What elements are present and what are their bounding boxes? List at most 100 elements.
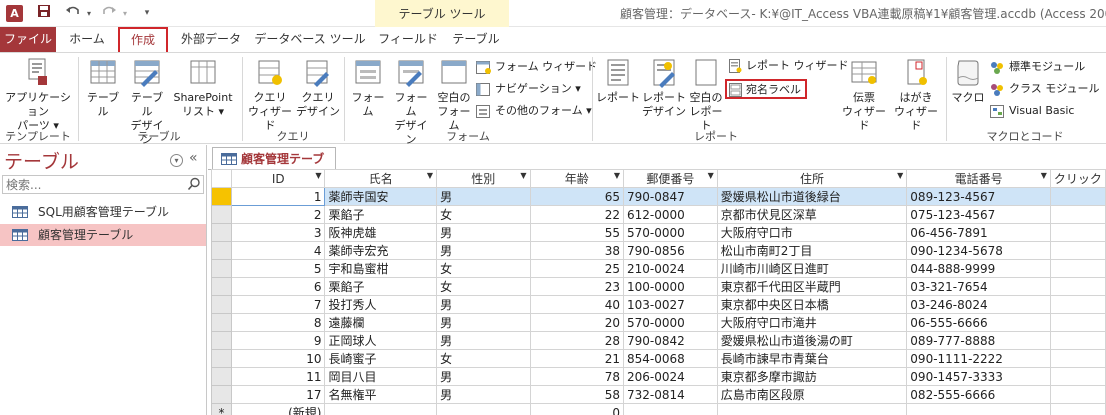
cell-zip[interactable]: 790-0856 — [622, 241, 718, 260]
cell-zip[interactable]: 612-0000 — [622, 205, 718, 224]
nav-pane-title[interactable]: テーブル — [4, 147, 79, 174]
row-selector[interactable] — [211, 187, 232, 206]
query-wizard-button[interactable]: クエリ ウィザード — [246, 56, 294, 132]
column-header-add-new[interactable]: クリック — [1049, 169, 1106, 188]
cell-name[interactable]: 阪神虎雄 — [324, 223, 438, 242]
form-button[interactable]: フォーム — [348, 56, 388, 126]
more-forms-button[interactable]: その他のフォーム ▾ — [476, 101, 592, 121]
cell-phone[interactable]: 089-123-4567 — [906, 187, 1051, 206]
application-parts-button[interactable]: アプリケーション パーツ ▾ — [2, 56, 74, 132]
cell-add-field[interactable] — [1049, 205, 1106, 224]
postcard-wizard-button[interactable]: はがき ウィザード — [890, 56, 942, 132]
query-design-button[interactable]: クエリ デザイン — [296, 56, 340, 126]
cell-gender[interactable]: 女 — [436, 205, 531, 224]
cell-add-field[interactable] — [1049, 331, 1106, 350]
cell-address[interactable]: 大阪府守口市滝井 — [716, 313, 908, 332]
cell-zip[interactable]: 790-0842 — [622, 331, 718, 350]
sharepoint-lists-button[interactable]: SharePoint リスト ▾ — [170, 56, 236, 126]
cell-zip[interactable]: 206-0024 — [622, 367, 718, 386]
column-dropdown-icon[interactable]: ▼ — [315, 171, 321, 180]
cell-add-field[interactable] — [1049, 277, 1106, 296]
column-header-age[interactable]: 年齢 ▼ — [529, 169, 624, 188]
tab-file[interactable]: ファイル — [0, 27, 56, 52]
undo-icon[interactable] — [62, 4, 84, 23]
class-module-button[interactable]: クラス モジュール — [990, 79, 1100, 99]
tab-fields[interactable]: フィールド — [378, 27, 438, 52]
table-row[interactable]: 7 投打秀人男 40 103-0027 東京都中央区日本橋 03-246-8024 — [211, 295, 1106, 314]
cell-age[interactable]: 21 — [529, 349, 624, 368]
cell-zip[interactable]: 100-0000 — [622, 277, 718, 296]
cell-address[interactable]: 広島市南区段原 — [716, 385, 908, 404]
column-header-id[interactable]: ID ▼ — [230, 169, 326, 188]
cell-add-field[interactable] — [1049, 349, 1106, 368]
cell-name[interactable]: 栗餡子 — [324, 277, 438, 296]
report-button[interactable]: レポート — [596, 56, 640, 126]
table-design-button[interactable]: テーブル デザイン — [126, 56, 168, 146]
cell-address[interactable]: 東京都千代田区半蔵門 — [716, 277, 908, 296]
macro-button[interactable]: マクロ — [950, 56, 986, 126]
cell-name[interactable]: 正岡球人 — [324, 331, 438, 350]
cell-zip[interactable]: 790-0847 — [622, 187, 718, 206]
column-header-phone[interactable]: 電話番号 ▼ — [906, 169, 1051, 188]
cell-age[interactable]: 25 — [529, 259, 624, 278]
column-dropdown-icon[interactable]: ▼ — [614, 171, 620, 180]
cell-id[interactable]: 2 — [230, 205, 326, 224]
row-selector[interactable] — [211, 223, 232, 242]
access-app-icon[interactable]: A — [6, 5, 23, 22]
mailing-label-button[interactable]: 宛名ラベル — [725, 79, 807, 99]
column-dropdown-icon[interactable]: ▼ — [1041, 171, 1047, 180]
cell-gender[interactable]: 男 — [436, 331, 531, 350]
column-dropdown-icon[interactable]: ▼ — [427, 171, 433, 180]
column-header-zip[interactable]: 郵便番号 ▼ — [622, 169, 718, 188]
cell-name[interactable]: 遠藤欄 — [324, 313, 438, 332]
row-selector[interactable] — [211, 241, 232, 260]
cell-zip[interactable]: 210-0024 — [622, 259, 718, 278]
nav-collapse-icon[interactable]: « — [189, 150, 198, 166]
column-dropdown-icon[interactable]: ▼ — [708, 171, 714, 180]
cell-id[interactable]: 7 — [230, 295, 326, 314]
cell-gender[interactable]: 女 — [436, 259, 531, 278]
cell-zip[interactable]: 570-0000 — [622, 313, 718, 332]
table-row[interactable]: 3 阪神虎雄男 55 570-0000 大阪府守口市 06-456-7891 — [211, 223, 1106, 242]
cell-phone[interactable]: 090-1457-3333 — [906, 367, 1051, 386]
cell-phone[interactable]: 089-777-8888 — [906, 331, 1051, 350]
row-selector[interactable] — [211, 295, 232, 314]
undo-dropdown-icon[interactable]: ▾ — [84, 4, 94, 23]
cell-phone[interactable]: 06-456-7891 — [906, 223, 1051, 242]
table-row[interactable]: 1 薬師寺国安男 65 790-0847 愛媛県松山市道後緑台 089-123-4567 — [211, 187, 1106, 206]
document-tab-customer-table[interactable]: 顧客管理テーブル — [212, 147, 336, 188]
cell-age[interactable]: 40 — [529, 295, 624, 314]
module-button[interactable]: 標準モジュール — [990, 57, 1085, 77]
tab-database-tools[interactable]: データベース ツール — [254, 27, 366, 52]
cell-add-field[interactable] — [1049, 367, 1106, 386]
row-selector[interactable] — [211, 259, 232, 278]
table-row[interactable]: 5 宇和島蜜柑女 25 210-0024 川崎市川崎区日進町 044-888-9999 — [211, 259, 1106, 278]
cell-name[interactable] — [324, 403, 438, 415]
nav-search-input[interactable] — [2, 175, 204, 194]
table-row[interactable]: 17 名無権平男 58 732-0814 広島市南区段原 082-555-6666 — [211, 385, 1106, 404]
new-record-marker[interactable]: * — [211, 403, 232, 415]
cell-zip[interactable]: 103-0027 — [622, 295, 718, 314]
cell-gender[interactable]: 男 — [436, 241, 531, 260]
redo-icon[interactable] — [98, 4, 120, 23]
nav-item-sql-customer-table[interactable]: SQL用顧客管理テーブル — [0, 201, 206, 223]
cell-age[interactable]: 20 — [529, 313, 624, 332]
cell-age[interactable]: 22 — [529, 205, 624, 224]
table-row[interactable]: 4 薬師寺宏充男 38 790-0856 松山市南町2丁目 090-1234-5678 — [211, 241, 1106, 260]
row-selector[interactable] — [211, 313, 232, 332]
cell-address[interactable]: 松山市南町2丁目 — [716, 241, 908, 260]
cell-address[interactable]: 京都市伏見区深草 — [716, 205, 908, 224]
cell-phone[interactable]: 090-1234-5678 — [906, 241, 1051, 260]
cell-age[interactable]: 78 — [529, 367, 624, 386]
cell-id[interactable]: 6 — [230, 277, 326, 296]
table-row[interactable]: 8 遠藤欄男 20 570-0000 大阪府守口市滝井 06-555-6666 — [211, 313, 1106, 332]
cell-id[interactable]: 9 — [230, 331, 326, 350]
cell-gender[interactable]: 男 — [436, 367, 531, 386]
cell-id[interactable]: 5 — [230, 259, 326, 278]
cell-address[interactable]: 川崎市川崎区日進町 — [716, 259, 908, 278]
cell-address[interactable]: 東京都中央区日本橋 — [716, 295, 908, 314]
column-header-address[interactable]: 住所 ▼ — [716, 169, 908, 188]
cell-id[interactable]: 1 — [230, 187, 326, 206]
cell-phone[interactable]: 044-888-9999 — [906, 259, 1051, 278]
cell-phone[interactable]: 090-1111-2222 — [906, 349, 1051, 368]
